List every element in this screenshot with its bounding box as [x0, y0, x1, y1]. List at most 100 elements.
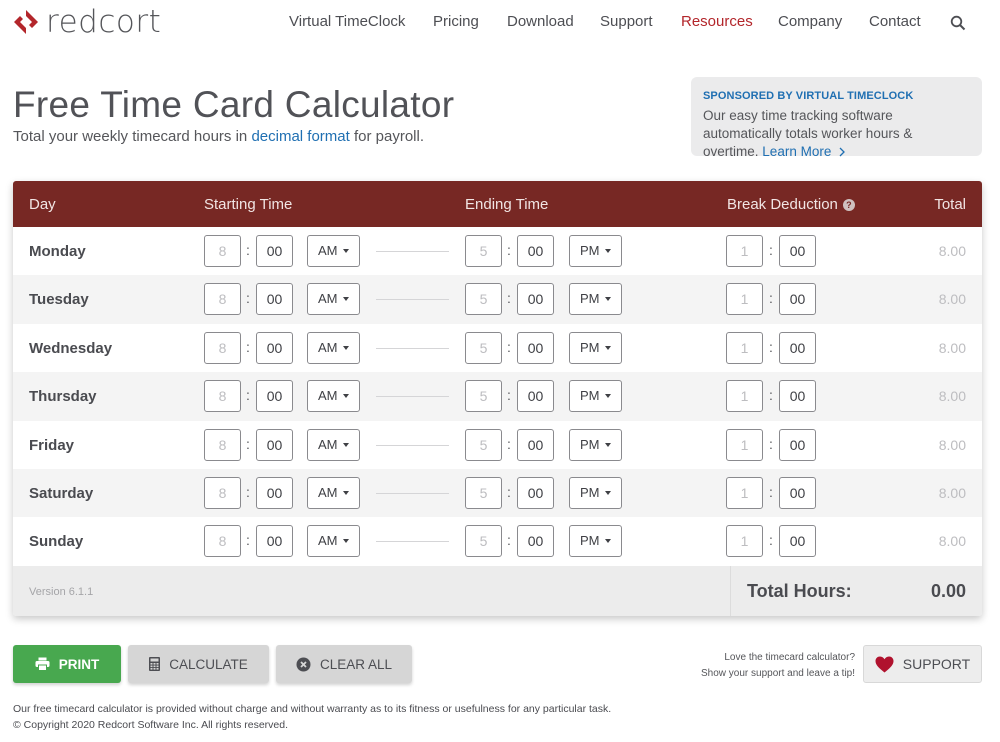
break-minute-input[interactable]: 00	[779, 477, 816, 509]
time-separator: :	[246, 338, 250, 355]
dropdown-caret-icon	[605, 442, 611, 447]
time-separator: :	[507, 242, 511, 258]
day-total: 8.00	[938, 339, 966, 356]
start-hour-input[interactable]: 8	[204, 428, 241, 461]
clear-all-button[interactable]: CLEAR ALL	[276, 645, 412, 683]
total-hours-label: Total Hours:	[747, 581, 852, 601]
end-ampm-select[interactable]: PM	[569, 428, 622, 461]
end-hour-input[interactable]: 5	[465, 525, 502, 558]
time-separator: :	[507, 387, 511, 404]
time-separator: :	[507, 435, 511, 452]
start-ampm-select[interactable]: AM	[307, 380, 360, 413]
nav-company[interactable]: Company	[778, 13, 842, 30]
nav-resources[interactable]: Resources	[681, 13, 753, 30]
start-hour-input[interactable]: 8	[204, 283, 241, 316]
time-separator: :	[246, 532, 250, 549]
start-minute-input[interactable]: 00	[256, 428, 293, 461]
start-hour-input[interactable]: 8	[204, 525, 241, 558]
end-ampm-value: PM	[580, 533, 600, 549]
end-minute-input[interactable]: 00	[517, 525, 554, 558]
nav-contact[interactable]: Contact	[869, 13, 921, 30]
learn-more-link[interactable]: Learn More	[762, 144, 846, 159]
break-hour-input[interactable]: 1	[726, 525, 763, 558]
start-minute-input[interactable]: 00	[256, 525, 293, 558]
start-minute-input[interactable]: 00	[256, 380, 293, 413]
end-ampm-value: PM	[580, 485, 600, 500]
start-ampm-select[interactable]: AM	[307, 477, 360, 509]
start-ampm-select[interactable]: AM	[307, 428, 360, 461]
dropdown-caret-icon	[343, 539, 349, 544]
end-minute-input[interactable]: 00	[517, 380, 554, 413]
start-minute-input[interactable]: 00	[256, 331, 293, 364]
break-hour-input[interactable]: 1	[726, 331, 763, 364]
break-minute-input[interactable]: 00	[779, 283, 816, 316]
break-minute-input[interactable]: 00	[779, 380, 816, 413]
dropdown-caret-icon	[343, 345, 349, 350]
nav-download[interactable]: Download	[507, 13, 574, 30]
table-row: Tuesday 8:00 AM 5:00 PM 1:00 8.00	[13, 275, 982, 324]
end-ampm-select[interactable]: PM	[569, 380, 622, 413]
end-hour-input[interactable]: 5	[465, 283, 502, 316]
dropdown-caret-icon	[605, 297, 611, 302]
support-button[interactable]: SUPPORT	[863, 645, 982, 683]
nav-support[interactable]: Support	[600, 13, 653, 30]
break-hour-input[interactable]: 1	[726, 477, 763, 509]
start-ampm-select[interactable]: AM	[307, 525, 360, 558]
print-button[interactable]: PRINT	[13, 645, 121, 683]
table-row: Thursday 8:00 AM 5:00 PM 1:00 8.00	[13, 372, 982, 421]
end-hour-input[interactable]: 5	[465, 380, 502, 413]
start-minute-input[interactable]: 00	[256, 235, 293, 267]
day-label: Tuesday	[29, 291, 89, 309]
time-separator: :	[246, 435, 250, 452]
break-minute-input[interactable]: 00	[779, 525, 816, 558]
end-hour-input[interactable]: 5	[465, 331, 502, 364]
break-hour-input[interactable]: 1	[726, 428, 763, 461]
start-minute-input[interactable]: 00	[256, 477, 293, 509]
start-hour-input[interactable]: 8	[204, 235, 241, 267]
break-hour-input[interactable]: 1	[726, 283, 763, 316]
start-ampm-select[interactable]: AM	[307, 235, 360, 267]
footer-divider	[730, 566, 731, 616]
end-minute-input[interactable]: 00	[517, 428, 554, 461]
time-separator: :	[769, 290, 773, 307]
nav-pricing[interactable]: Pricing	[433, 13, 479, 30]
end-ampm-select[interactable]: PM	[569, 235, 622, 267]
start-hour-input[interactable]: 8	[204, 477, 241, 509]
break-hour-input[interactable]: 1	[726, 235, 763, 267]
end-ampm-select[interactable]: PM	[569, 331, 622, 364]
start-hour-input[interactable]: 8	[204, 380, 241, 413]
break-minute-input[interactable]: 00	[779, 331, 816, 364]
end-ampm-select[interactable]: PM	[569, 283, 622, 316]
end-ampm-value: PM	[580, 339, 600, 355]
break-minute-input[interactable]: 00	[779, 428, 816, 461]
calculate-button[interactable]: CALCULATE	[128, 645, 269, 683]
end-hour-input[interactable]: 5	[465, 428, 502, 461]
start-ampm-select[interactable]: AM	[307, 283, 360, 316]
start-hour-input[interactable]: 8	[204, 331, 241, 364]
end-minute-input[interactable]: 00	[517, 331, 554, 364]
column-total: Total	[934, 196, 966, 213]
table-row: Monday 8:00 AM 5:00 PM 1:00 8.00	[13, 227, 982, 275]
calculate-label: CALCULATE	[169, 656, 248, 672]
time-separator: :	[769, 532, 773, 549]
break-minute-input[interactable]: 00	[779, 235, 816, 267]
end-ampm-select[interactable]: PM	[569, 477, 622, 509]
page-subtitle: Total your weekly timecard hours in deci…	[13, 128, 424, 145]
start-minute-input[interactable]: 00	[256, 283, 293, 316]
end-minute-input[interactable]: 00	[517, 283, 554, 316]
break-hour-input[interactable]: 1	[726, 380, 763, 413]
clear-circle-icon	[296, 657, 311, 671]
decimal-format-link[interactable]: decimal format	[251, 128, 349, 145]
help-icon[interactable]: ?	[842, 199, 855, 211]
end-hour-input[interactable]: 5	[465, 235, 502, 267]
day-total: 8.00	[938, 243, 966, 259]
end-minute-input[interactable]: 00	[517, 235, 554, 267]
start-ampm-select[interactable]: AM	[307, 331, 360, 364]
nav-virtual-timeclock[interactable]: Virtual TimeClock	[289, 13, 405, 30]
end-minute-input[interactable]: 00	[517, 477, 554, 509]
end-hour-input[interactable]: 5	[465, 477, 502, 509]
day-label: Saturday	[29, 485, 94, 502]
end-ampm-select[interactable]: PM	[569, 525, 622, 558]
search-icon[interactable]	[950, 15, 966, 31]
time-separator: :	[507, 484, 511, 500]
